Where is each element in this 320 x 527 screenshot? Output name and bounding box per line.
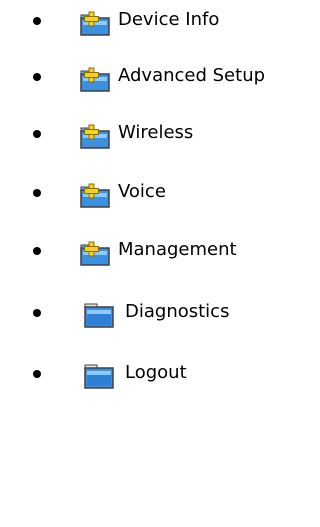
menu-item-wireless[interactable]: Wireless — [0, 117, 296, 151]
menu-item-label: Diagnostics — [125, 301, 230, 322]
folder-plus-icon[interactable] — [80, 240, 110, 266]
folder-plus-icon[interactable] — [80, 10, 110, 36]
menu-item-voice[interactable]: Voice — [0, 176, 296, 210]
menu-item-advanced-setup[interactable]: Advanced Setup — [0, 60, 296, 94]
folder-icon[interactable] — [84, 363, 114, 389]
bullet-icon — [33, 189, 41, 197]
menu-item-label: Wireless — [118, 122, 194, 143]
bullet-icon — [33, 73, 41, 81]
folder-plus-icon[interactable] — [80, 123, 110, 149]
menu-item-device-info[interactable]: Device Info — [0, 4, 296, 38]
bullet-icon — [33, 17, 41, 25]
menu-item-logout[interactable]: Logout — [0, 357, 296, 391]
menu-item-management[interactable]: Management — [0, 234, 296, 268]
folder-icon[interactable] — [84, 302, 114, 328]
folder-plus-icon[interactable] — [80, 66, 110, 92]
bullet-icon — [33, 130, 41, 138]
menu-item-label: Logout — [125, 362, 187, 383]
bullet-icon — [33, 309, 41, 317]
bullet-icon — [33, 370, 41, 378]
bullet-icon — [33, 247, 41, 255]
menu-item-label: Advanced Setup — [118, 65, 266, 86]
menu-item-label: Voice — [118, 181, 166, 202]
menu-item-label: Management — [118, 239, 237, 260]
menu-item-diagnostics[interactable]: Diagnostics — [0, 296, 296, 330]
menu-item-label: Device Info — [118, 9, 220, 30]
folder-plus-icon[interactable] — [80, 182, 110, 208]
